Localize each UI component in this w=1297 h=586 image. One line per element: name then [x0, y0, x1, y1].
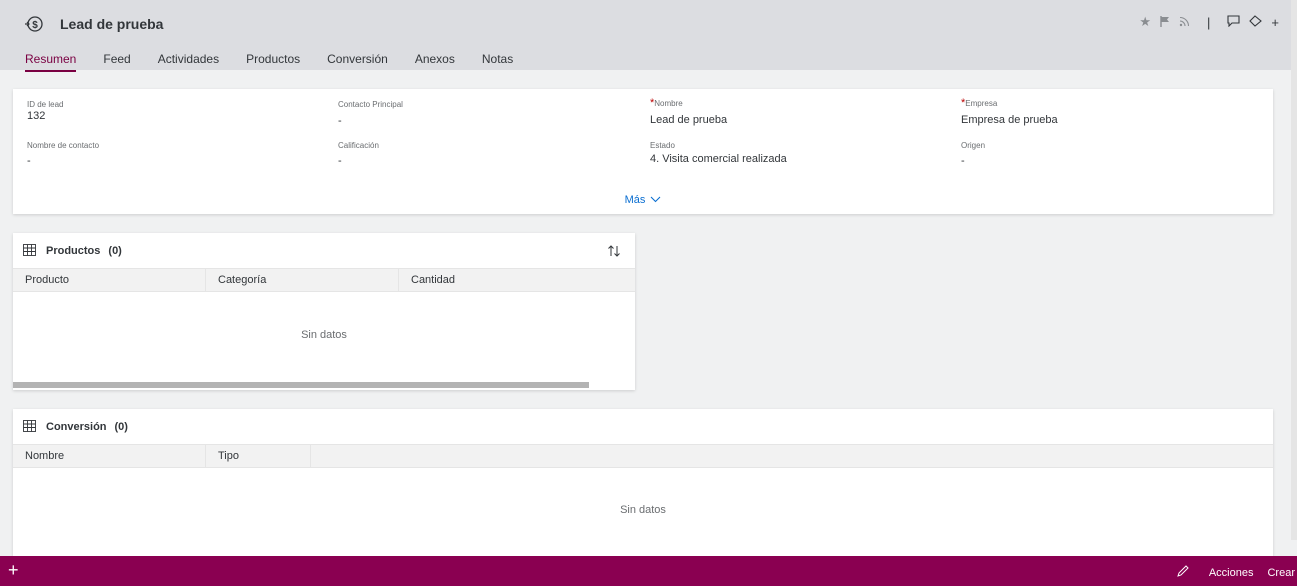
more-button[interactable]: Más: [13, 194, 1273, 206]
field-value[interactable]: Lead de prueba: [650, 114, 727, 126]
field-estado: Estado 4. Visita comercial realizada: [650, 141, 787, 165]
actions-button[interactable]: Acciones: [1209, 567, 1254, 579]
field-label: Contacto Principal: [338, 100, 403, 109]
productos-title-text: Productos: [46, 244, 101, 257]
tab-actividades[interactable]: Actividades: [158, 52, 219, 72]
field-value[interactable]: 4. Visita comercial realizada: [650, 153, 787, 165]
column-header-empty: [311, 445, 1273, 467]
conversion-empty-text: Sin datos: [620, 504, 666, 516]
sort-icon[interactable]: [607, 244, 621, 261]
field-label: Origen: [961, 141, 986, 150]
conversion-table-card: Conversión (0) Nombre Tipo Sin datos: [13, 409, 1273, 556]
conversion-table-header: Nombre Tipo: [13, 444, 1273, 468]
field-nombre-de-contacto: Nombre de contacto -: [27, 141, 99, 167]
tag-icon[interactable]: [1249, 14, 1263, 30]
tab-bar: Resumen Feed Actividades Productos Conve…: [25, 52, 540, 72]
tab-conversion[interactable]: Conversión: [327, 52, 388, 72]
actions-separator: |: [1207, 14, 1211, 30]
horizontal-scrollbar[interactable]: [13, 382, 589, 388]
rss-icon[interactable]: [1179, 15, 1190, 30]
field-label: *Nombre: [650, 97, 683, 109]
field-value[interactable]: -: [961, 155, 985, 167]
vertical-scrollbar[interactable]: [1291, 0, 1297, 540]
column-header-nombre[interactable]: Nombre: [13, 445, 206, 467]
create-button[interactable]: Crear: [1267, 567, 1295, 579]
tab-productos[interactable]: Productos: [246, 52, 300, 72]
edit-pencil-icon[interactable]: [1177, 565, 1189, 580]
productos-count: (0): [108, 244, 122, 257]
tab-notas[interactable]: Notas: [482, 52, 513, 72]
field-empresa: *Empresa Empresa de prueba: [961, 97, 1058, 126]
field-label: Calificación: [338, 141, 379, 150]
field-origen: Origen -: [961, 141, 985, 167]
tab-resumen[interactable]: Resumen: [25, 52, 77, 72]
field-value[interactable]: -: [27, 155, 99, 167]
field-calificacion: Calificación -: [338, 141, 379, 167]
conversion-count: (0): [114, 420, 128, 433]
field-value[interactable]: -: [338, 155, 379, 167]
add-icon[interactable]: +: [1271, 15, 1279, 30]
tab-feed[interactable]: Feed: [103, 52, 130, 72]
column-header-cantidad[interactable]: Cantidad: [399, 269, 635, 291]
lead-details-card: ID de lead 132 Contacto Principal - *Nom…: [13, 89, 1273, 214]
productos-empty-text: Sin datos: [301, 329, 347, 341]
field-label: Nombre de contacto: [27, 141, 100, 150]
chevron-down-icon: [650, 195, 661, 205]
lead-money-icon: $: [23, 13, 45, 35]
svg-text:$: $: [32, 20, 38, 31]
field-contacto-principal: Contacto Principal -: [338, 100, 403, 127]
footer-toolbar: + Acciones Crear: [0, 556, 1297, 586]
productos-table-card: Productos (0) Producto Categoría Cantida…: [13, 233, 635, 390]
more-label: Más: [624, 194, 646, 206]
field-nombre: *Nombre Lead de prueba: [650, 97, 727, 126]
tab-anexos[interactable]: Anexos: [415, 52, 455, 72]
add-button[interactable]: +: [8, 560, 19, 581]
page-title: Lead de prueba: [60, 16, 164, 32]
field-value: 132: [27, 110, 46, 122]
productos-table-header: Producto Categoría Cantidad: [13, 268, 635, 292]
field-id-de-lead: ID de lead 132: [27, 100, 63, 122]
field-value[interactable]: Empresa de prueba: [961, 114, 1058, 126]
header-actions: ★ | +: [1139, 14, 1279, 30]
field-label: ID de lead: [27, 100, 64, 109]
field-label: *Empresa: [961, 97, 998, 109]
flag-icon[interactable]: [1160, 15, 1170, 30]
column-header-producto[interactable]: Producto: [13, 269, 206, 291]
object-header: $ Lead de prueba ★ | + Resumen Feed Acti…: [0, 0, 1297, 72]
footer-actions: Acciones Crear: [1177, 565, 1297, 580]
field-label: Estado: [650, 141, 675, 150]
column-header-categoria[interactable]: Categoría: [206, 269, 399, 291]
table-icon: [23, 244, 36, 257]
star-icon[interactable]: ★: [1139, 14, 1151, 30]
conversion-title-text: Conversión: [46, 420, 107, 433]
table-icon: [23, 420, 36, 433]
conversion-title: Conversión (0): [23, 420, 128, 433]
field-value[interactable]: -: [338, 115, 403, 127]
productos-title: Productos (0): [23, 244, 122, 257]
column-header-tipo[interactable]: Tipo: [206, 445, 311, 467]
comment-icon[interactable]: [1227, 14, 1240, 30]
